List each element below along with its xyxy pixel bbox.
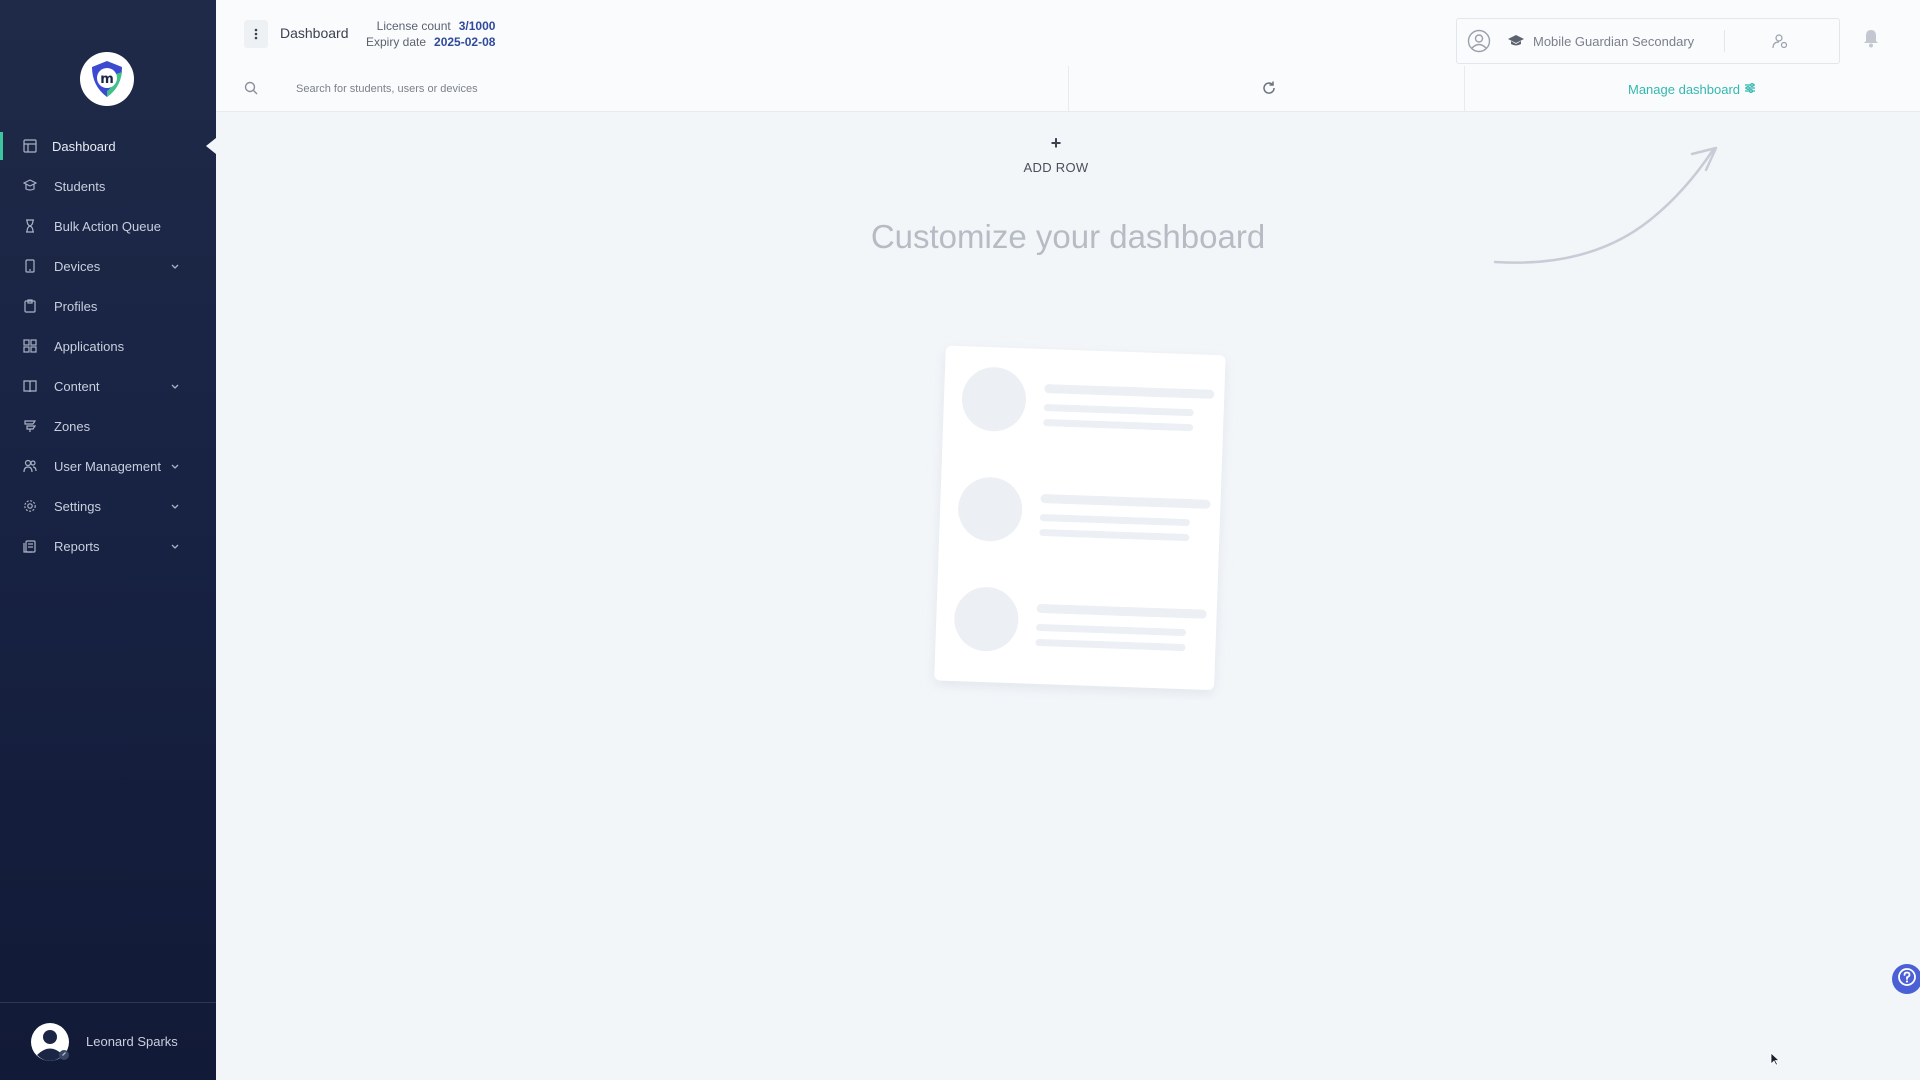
mobile-guardian-logo-icon[interactable]: m <box>80 52 134 106</box>
sidebar-item-bulk-action-queue[interactable]: Bulk Action Queue <box>0 206 216 246</box>
add-row-label: ADD ROW <box>1023 160 1089 175</box>
sidebar-item-label: Settings <box>54 498 101 514</box>
license-count-value: 3/1000 <box>458 19 496 33</box>
add-row-button[interactable]: + ADD ROW <box>1018 134 1094 175</box>
page-title: Dashboard <box>280 25 349 41</box>
license-count-label: License count <box>376 19 451 33</box>
user-settings-icon[interactable] <box>1771 32 1789 50</box>
sidebar-item-label: Content <box>54 378 100 394</box>
sidebar-item-zones[interactable]: Zones <box>0 406 216 446</box>
sidebar-item-content[interactable]: Content <box>0 366 216 406</box>
students-icon <box>22 178 38 194</box>
sidebar-item-label: Dashboard <box>52 138 116 154</box>
refresh-icon[interactable] <box>1261 80 1277 96</box>
sidebar-item-devices[interactable]: Devices <box>0 246 216 286</box>
chevron-down-icon <box>170 259 184 273</box>
sidebar-item-label: User Management <box>54 458 161 474</box>
hint-arrow-illustration <box>1493 146 1718 264</box>
divider <box>1724 30 1726 52</box>
sidebar-item-students[interactable]: Students <box>0 166 216 206</box>
question-icon <box>1898 967 1916 991</box>
sliders-icon <box>1744 82 1756 97</box>
plus-icon: + <box>1050 133 1062 153</box>
organization-selector[interactable]: Mobile Guardian Secondary <box>1456 18 1840 64</box>
manage-dashboard-label: Manage dashboard <box>1628 82 1741 97</box>
sidebar: m Dashboard Students Bulk Action Queue D… <box>0 0 216 1080</box>
avatar <box>30 1022 70 1062</box>
apps-grid-icon <box>22 338 38 354</box>
empty-dashboard-illustration <box>934 345 1226 690</box>
user-name: Leonard Sparks <box>86 1034 178 1049</box>
sidebar-item-label: Devices <box>54 258 101 274</box>
zones-icon <box>22 418 38 434</box>
chevron-down-icon <box>170 459 184 473</box>
reports-icon <box>22 538 38 554</box>
sidebar-item-label: Bulk Action Queue <box>54 218 161 234</box>
profiles-icon <box>22 298 38 314</box>
gear-icon <box>22 498 38 514</box>
help-button[interactable] <box>1892 964 1920 994</box>
search-bar: Manage dashboard <box>216 66 1920 112</box>
chevron-down-icon <box>170 379 184 393</box>
sidebar-item-settings[interactable]: Settings <box>0 486 216 526</box>
top-header: Dashboard License count 3/1000 Expiry da… <box>216 0 1920 66</box>
search-input[interactable] <box>296 78 996 100</box>
content-icon <box>22 378 38 394</box>
sidebar-nav: Dashboard Students Bulk Action Queue Dev… <box>0 126 216 566</box>
svg-text:m: m <box>100 72 114 87</box>
users-icon <box>22 458 38 474</box>
user-avatar-icon <box>1467 29 1491 53</box>
chevron-down-icon <box>170 499 184 513</box>
organization-name: Mobile Guardian Secondary <box>1533 33 1695 49</box>
hourglass-icon <box>22 218 38 234</box>
sidebar-item-user-management[interactable]: User Management <box>0 446 216 486</box>
divider <box>1068 66 1069 112</box>
device-icon <box>22 258 38 274</box>
dashboard-icon <box>22 138 38 154</box>
search-icon <box>244 81 258 95</box>
sidebar-item-profiles[interactable]: Profiles <box>0 286 216 326</box>
notification-bell-icon[interactable] <box>1862 28 1880 48</box>
graduation-cap-icon <box>1507 34 1525 48</box>
expiry-date-value: 2025-02-08 <box>434 35 496 49</box>
sidebar-item-applications[interactable]: Applications <box>0 326 216 366</box>
sidebar-item-label: Students <box>54 178 106 194</box>
license-info: License count 3/1000 Expiry date 2025-02… <box>366 18 495 50</box>
more-menu-button[interactable] <box>244 20 268 48</box>
manage-dashboard-button[interactable]: Manage dashboard <box>1628 82 1756 97</box>
mouse-cursor-icon <box>1770 1052 1780 1066</box>
chevron-down-icon <box>170 539 184 553</box>
sidebar-item-dashboard[interactable]: Dashboard <box>0 126 216 166</box>
sidebar-item-label: Reports <box>54 538 100 554</box>
divider <box>1464 66 1465 112</box>
sidebar-item-label: Applications <box>54 338 125 354</box>
sidebar-item-label: Profiles <box>54 298 98 314</box>
sidebar-item-label: Zones <box>54 418 91 434</box>
sidebar-user-profile[interactable]: Leonard Sparks <box>0 1002 216 1080</box>
expiry-date-label: Expiry date <box>366 35 427 49</box>
sidebar-item-reports[interactable]: Reports <box>0 526 216 566</box>
